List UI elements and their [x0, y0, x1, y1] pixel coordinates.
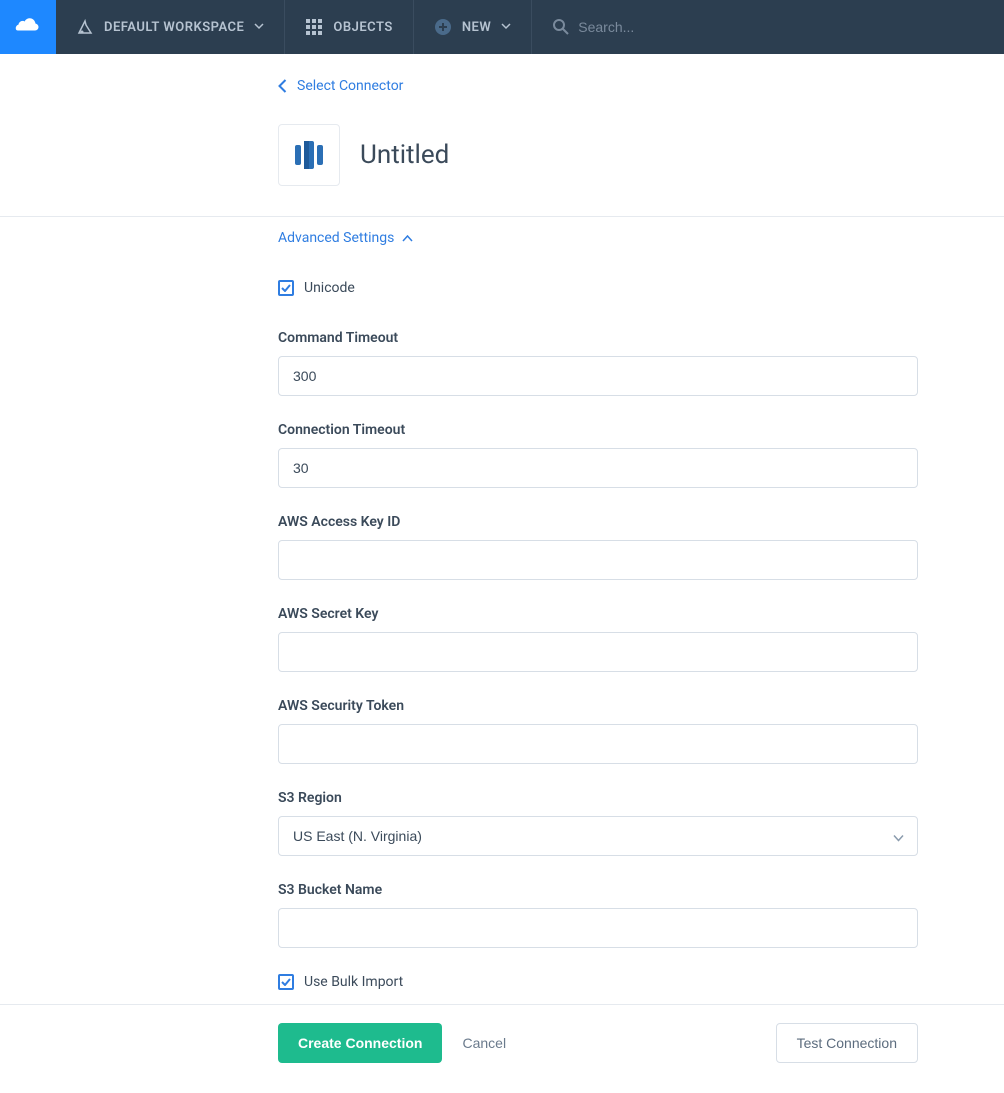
check-icon [281, 978, 291, 986]
chevron-down-icon [501, 20, 511, 35]
chevron-up-icon [402, 235, 413, 242]
aws-access-key-input[interactable] [278, 540, 918, 580]
unicode-row: Unicode [278, 280, 918, 296]
s3-region-label: S3 Region [278, 790, 918, 806]
objects-menu[interactable]: OBJECTS [285, 0, 413, 54]
back-link[interactable]: Select Connector [278, 78, 403, 94]
form-body: Advanced Settings Unicode Command Timeou… [278, 217, 918, 990]
use-bulk-import-row: Use Bulk Import [278, 974, 918, 990]
top-navigation: DEFAULT WORKSPACE OBJECTS NEW [0, 0, 1004, 54]
search-input[interactable] [578, 19, 759, 35]
command-timeout-input[interactable] [278, 356, 918, 396]
chevron-left-icon [278, 79, 287, 93]
aws-access-key-group: AWS Access Key ID [278, 514, 918, 580]
connection-timeout-label: Connection Timeout [278, 422, 918, 438]
cloud-logo-icon [14, 13, 42, 41]
title-row: Untitled [278, 124, 918, 186]
check-icon [281, 284, 291, 292]
create-connection-button[interactable]: Create Connection [278, 1023, 442, 1063]
s3-region-select[interactable] [278, 816, 918, 856]
page-header: Select Connector Untitled [0, 54, 1004, 217]
redshift-icon [291, 137, 327, 173]
s3-bucket-label: S3 Bucket Name [278, 882, 918, 898]
s3-bucket-input[interactable] [278, 908, 918, 948]
unicode-checkbox[interactable] [278, 280, 294, 296]
unicode-label: Unicode [304, 280, 355, 296]
aws-secret-key-input[interactable] [278, 632, 918, 672]
aws-access-key-label: AWS Access Key ID [278, 514, 918, 530]
connector-icon-tile [278, 124, 340, 186]
workspace-menu[interactable]: DEFAULT WORKSPACE [56, 0, 285, 54]
objects-label: OBJECTS [333, 20, 392, 35]
command-timeout-group: Command Timeout [278, 330, 918, 396]
advanced-settings-toggle[interactable]: Advanced Settings [278, 230, 413, 246]
grid-icon [305, 18, 323, 36]
footer: Create Connection Cancel Test Connection [0, 1004, 1004, 1093]
search-area [532, 0, 1004, 54]
connection-timeout-input[interactable] [278, 448, 918, 488]
workspace-label: DEFAULT WORKSPACE [104, 20, 244, 35]
aws-security-token-label: AWS Security Token [278, 698, 918, 714]
chevron-down-icon [254, 20, 264, 35]
aws-security-token-input[interactable] [278, 724, 918, 764]
new-menu[interactable]: NEW [414, 0, 532, 54]
command-timeout-label: Command Timeout [278, 330, 918, 346]
use-bulk-import-label: Use Bulk Import [304, 974, 403, 990]
s3-bucket-group: S3 Bucket Name [278, 882, 918, 948]
aws-secret-key-label: AWS Secret Key [278, 606, 918, 622]
connection-timeout-group: Connection Timeout [278, 422, 918, 488]
app-logo[interactable] [0, 0, 56, 54]
advanced-settings-label: Advanced Settings [278, 230, 394, 246]
aws-secret-key-group: AWS Secret Key [278, 606, 918, 672]
page-title: Untitled [360, 140, 449, 170]
new-label: NEW [462, 20, 491, 35]
workspace-icon [76, 18, 94, 36]
s3-region-group: S3 Region [278, 790, 918, 856]
test-connection-button[interactable]: Test Connection [776, 1023, 918, 1063]
cancel-button[interactable]: Cancel [462, 1035, 506, 1051]
search-icon [552, 18, 570, 36]
aws-security-token-group: AWS Security Token [278, 698, 918, 764]
use-bulk-import-checkbox[interactable] [278, 974, 294, 990]
plus-circle-icon [434, 18, 452, 36]
back-label: Select Connector [297, 78, 403, 94]
